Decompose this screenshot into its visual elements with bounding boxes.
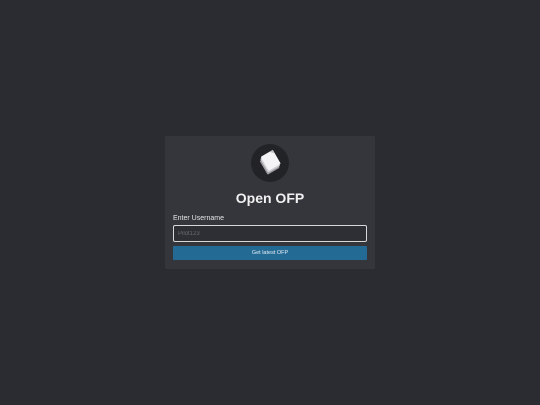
paper-stack-icon: [259, 149, 281, 175]
username-label: Enter Username: [173, 215, 224, 222]
username-input[interactable]: [173, 225, 367, 242]
page-background: Open OFP Enter Username Get latest OFP: [0, 0, 540, 405]
login-card: Open OFP Enter Username Get latest OFP: [165, 136, 375, 269]
page-title: Open OFP: [235, 190, 305, 206]
get-latest-ofp-button[interactable]: Get latest OFP: [173, 246, 367, 260]
app-logo: [251, 144, 289, 182]
